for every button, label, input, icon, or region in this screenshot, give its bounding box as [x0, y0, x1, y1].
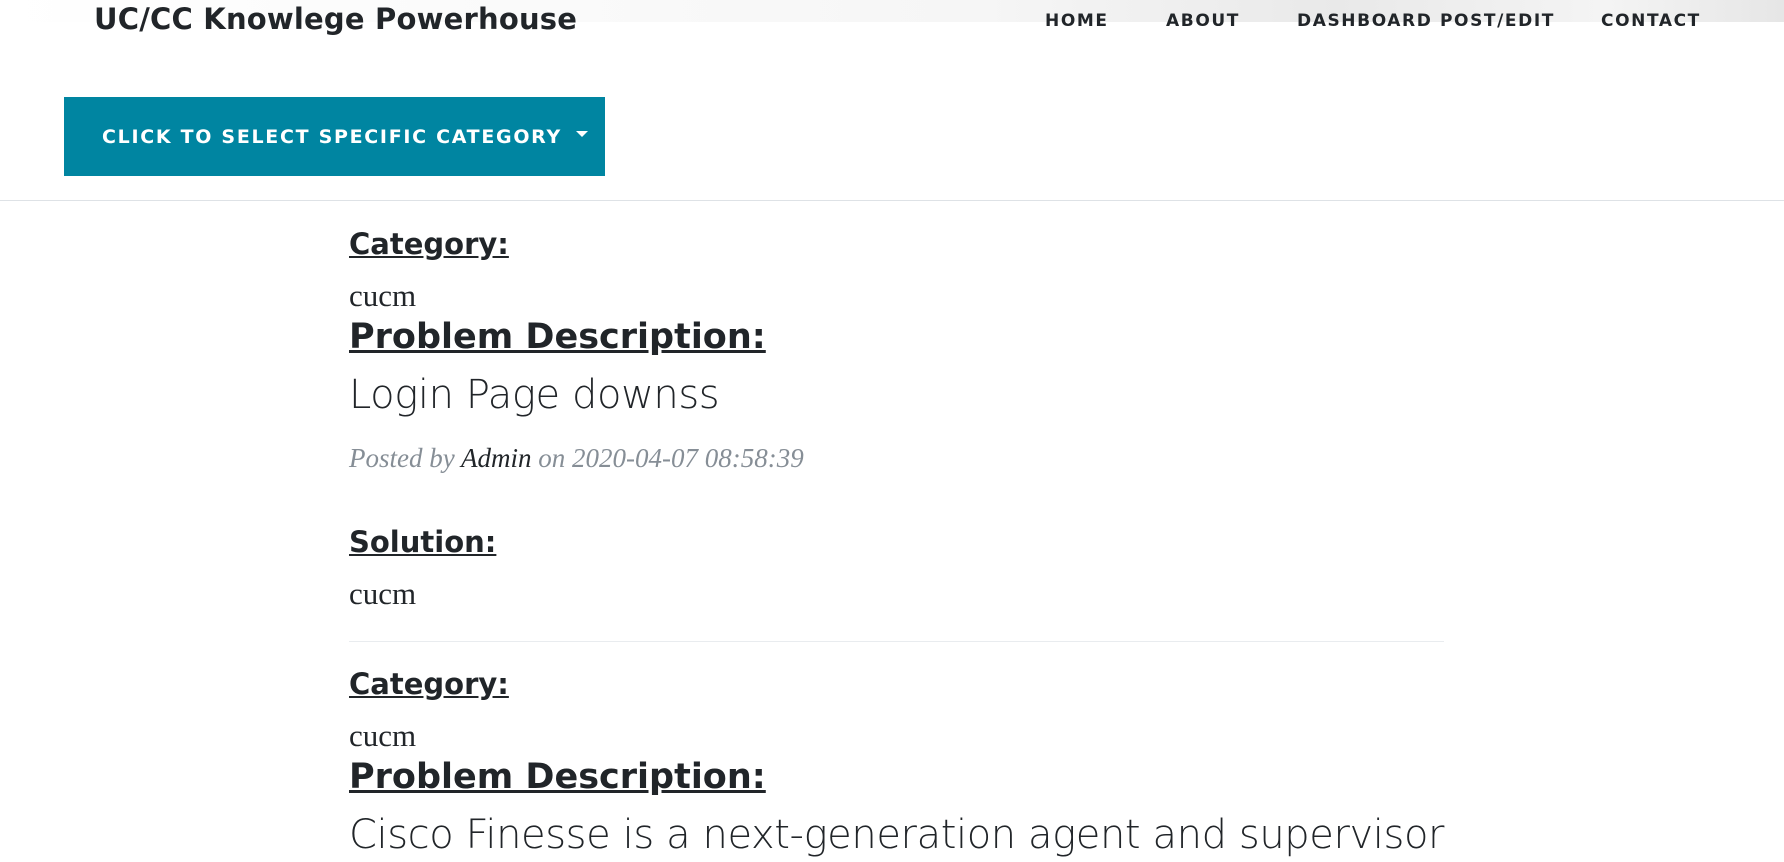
header-divider [0, 200, 1784, 201]
category-select-label: CLICK TO SELECT SPECIFIC CATEGORY [102, 125, 562, 148]
category-value: cucm [349, 718, 417, 753]
nav-home[interactable]: HOME [1045, 11, 1109, 31]
nav-contact[interactable]: CONTACT [1601, 11, 1701, 31]
problem-description-text[interactable]: Login Page downss [349, 372, 720, 418]
solution-heading: Solution: [349, 525, 497, 559]
caret-down-icon [575, 130, 588, 137]
post-date: 2020-04-07 08:58:39 [572, 443, 804, 473]
problem-description-heading: Problem Description: [349, 757, 766, 797]
posted-by-label: Posted by [349, 443, 455, 473]
post-meta: Posted by Admin on 2020-04-07 08:58:39 [349, 443, 804, 474]
solution-text: cucm [349, 576, 417, 611]
on-label: on [538, 443, 566, 473]
nav-about[interactable]: ABOUT [1166, 11, 1240, 31]
nav-dashboard-post-edit[interactable]: DASHBOARD POST/EDIT [1297, 11, 1555, 31]
post-divider [349, 641, 1444, 642]
post-author[interactable]: Admin [461, 443, 532, 473]
category-heading: Category: [349, 227, 509, 261]
main-nav: HOME ABOUT DASHBOARD POST/EDIT CONTACT [0, 11, 1784, 35]
category-value: cucm [349, 278, 417, 313]
problem-description-heading: Problem Description: [349, 317, 766, 357]
problem-description-text[interactable]: Cisco Finesse is a next-generation agent… [349, 812, 1444, 858]
category-select-dropdown[interactable]: CLICK TO SELECT SPECIFIC CATEGORY [64, 97, 605, 176]
category-heading: Category: [349, 667, 509, 701]
